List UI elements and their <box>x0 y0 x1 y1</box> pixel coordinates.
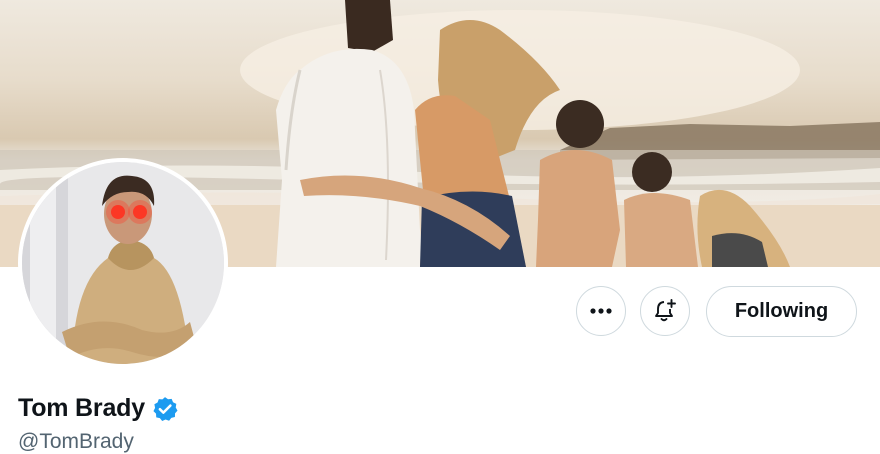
profile-handle: @TomBrady <box>18 430 134 453</box>
following-button[interactable]: Following <box>706 286 857 337</box>
more-options-button[interactable] <box>576 286 626 336</box>
following-button-label: Following <box>734 300 829 322</box>
display-name: Tom Brady <box>18 394 145 422</box>
more-horizontal-icon <box>590 308 612 314</box>
notifications-button[interactable] <box>640 286 690 336</box>
profile-name-row: Tom Brady <box>18 394 179 423</box>
avatar-photo <box>22 162 224 364</box>
avatar[interactable] <box>22 162 224 364</box>
verified-badge-icon[interactable] <box>151 395 179 423</box>
bell-plus-icon <box>655 299 676 322</box>
